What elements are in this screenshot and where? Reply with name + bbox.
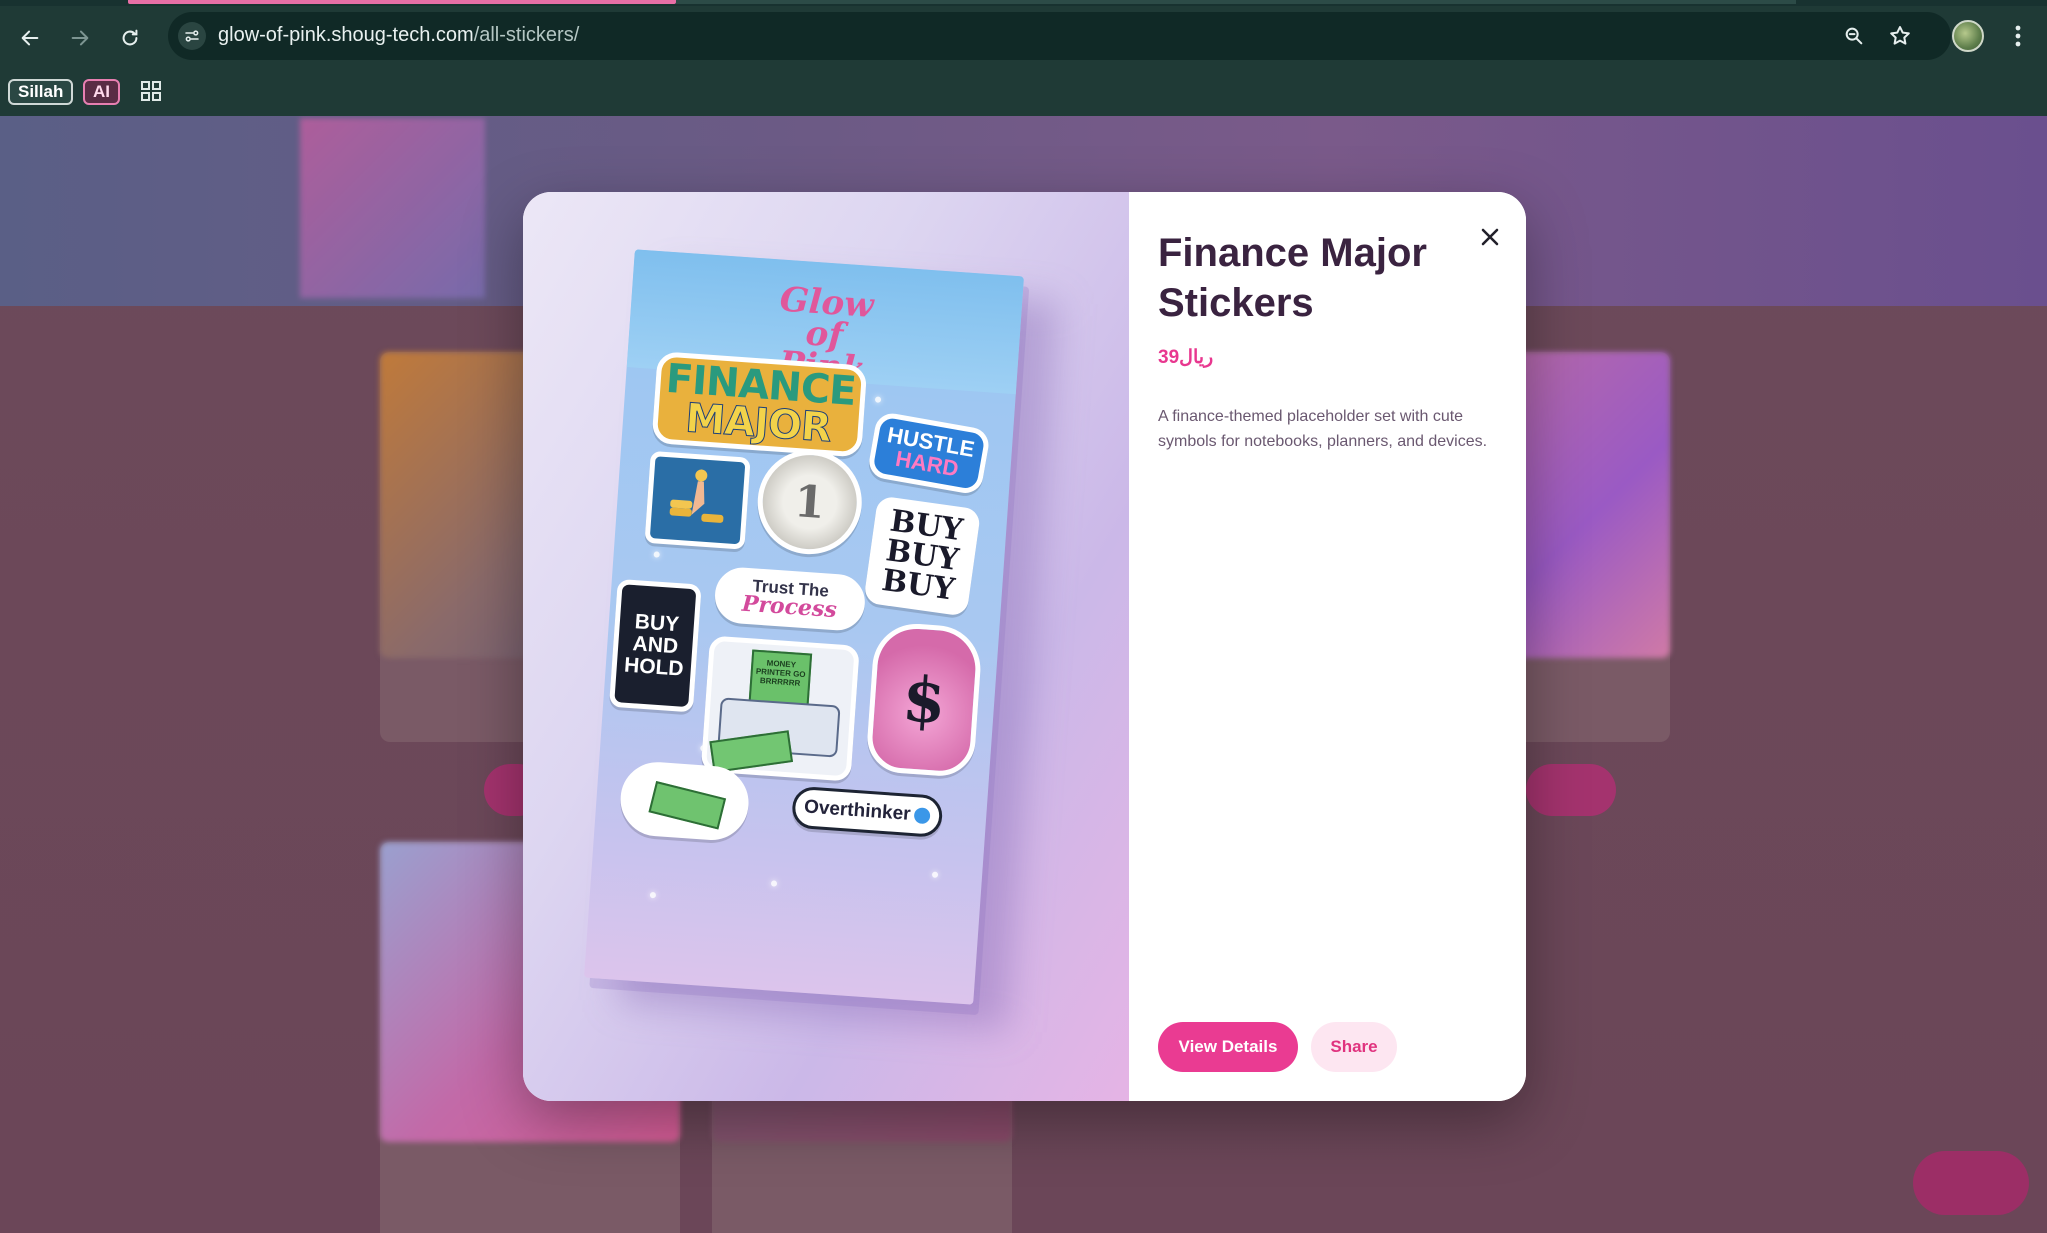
cash-cloud-sticker (618, 759, 751, 843)
sticker-text: Process (741, 590, 838, 624)
overthinker-sticker: Overthinker (790, 785, 944, 839)
site-info-icon (185, 30, 199, 42)
forward-icon (71, 30, 89, 46)
bookmark-sillah[interactable]: Sillah (8, 79, 74, 105)
sticker-text: MAJOR (683, 395, 833, 452)
product-info-panel: Finance Major Stickers 39ريال A finance-… (1129, 192, 1526, 1101)
url-host: glow-of-pink.shoug-tech.com (218, 24, 474, 46)
floating-action-button[interactable] (1913, 1151, 2029, 1215)
more-menu-icon (2015, 25, 2021, 47)
close-button[interactable] (1475, 222, 1505, 252)
hustle-hard-sticker: HUSTLE HARD (866, 410, 992, 496)
finance-major-sticker: FINANCE MAJOR (651, 351, 868, 458)
close-icon (1481, 228, 1499, 246)
product-description: A finance-themed placeholder set with cu… (1158, 408, 1488, 450)
hero-image (300, 118, 485, 298)
sparkle-icon (653, 551, 660, 558)
bookmark-star-icon (1890, 26, 1910, 45)
product-image: Glow of Pink FINANCEMAJOR HUSTLEHARD 1 B… (523, 192, 1129, 1101)
hand-coin-sticker (644, 450, 751, 550)
browser-chrome: glow-of-pink.shoug-tech.com/all-stickers… (0, 0, 2047, 116)
site-info-button[interactable] (178, 22, 206, 50)
reload-button[interactable] (112, 20, 148, 56)
cash-icon (648, 781, 727, 830)
sparkle-icon (874, 396, 882, 403)
apps-grid-icon[interactable] (140, 80, 162, 102)
sparkle-icon (770, 880, 778, 887)
product-quick-view-modal: Glow of Pink FINANCEMAJOR HUSTLEHARD 1 B… (523, 192, 1526, 1101)
share-button[interactable]: Share (1311, 1022, 1397, 1072)
riyal-coin-sticker: 1 (754, 446, 866, 558)
add-to-cart-button[interactable] (1526, 764, 1616, 816)
page-load-progress (128, 0, 676, 4)
forward-button[interactable] (62, 20, 98, 56)
sparkle-icon (931, 871, 939, 878)
zoom-icon (1845, 27, 1863, 45)
view-details-button[interactable]: View Details (1158, 1022, 1298, 1072)
zoom-button[interactable] (1840, 22, 1868, 50)
money-bag-sticker: $ (865, 620, 984, 779)
coin-stack-icon (669, 469, 724, 523)
money-printer-sticker: MONEY PRINTER GO BRRRRRR (700, 635, 860, 782)
sticker-sheet: Glow of Pink FINANCEMAJOR HUSTLEHARD 1 B… (584, 249, 1024, 1005)
verified-check-icon (913, 807, 931, 825)
trust-the-process-sticker: Trust The Process (713, 565, 867, 633)
url-path: /all-stickers/ (473, 24, 580, 46)
tab-strip-track (676, 0, 1796, 4)
bookmark-ai[interactable]: AI (83, 79, 120, 105)
back-icon (21, 30, 39, 46)
address-bar[interactable]: glow-of-pink.shoug-tech.com/all-stickers… (168, 12, 1951, 60)
more-menu-button[interactable] (2004, 20, 2032, 52)
bookmark-star-button[interactable] (1886, 22, 1914, 50)
profile-avatar[interactable] (1952, 20, 1984, 52)
buy-buy-buy-sticker: BUY BUY BUY (863, 495, 982, 617)
buy-and-hold-sticker: BUY AND HOLD (608, 578, 702, 713)
back-button[interactable] (12, 20, 48, 56)
reload-icon (122, 29, 138, 46)
product-price: 39ريال (1158, 347, 1214, 368)
url-text[interactable]: glow-of-pink.shoug-tech.com/all-stickers… (218, 24, 579, 47)
product-title: Finance Major Stickers (1158, 231, 1427, 325)
sticker-text: Overthinker (803, 796, 912, 825)
sparkle-icon (649, 891, 657, 899)
